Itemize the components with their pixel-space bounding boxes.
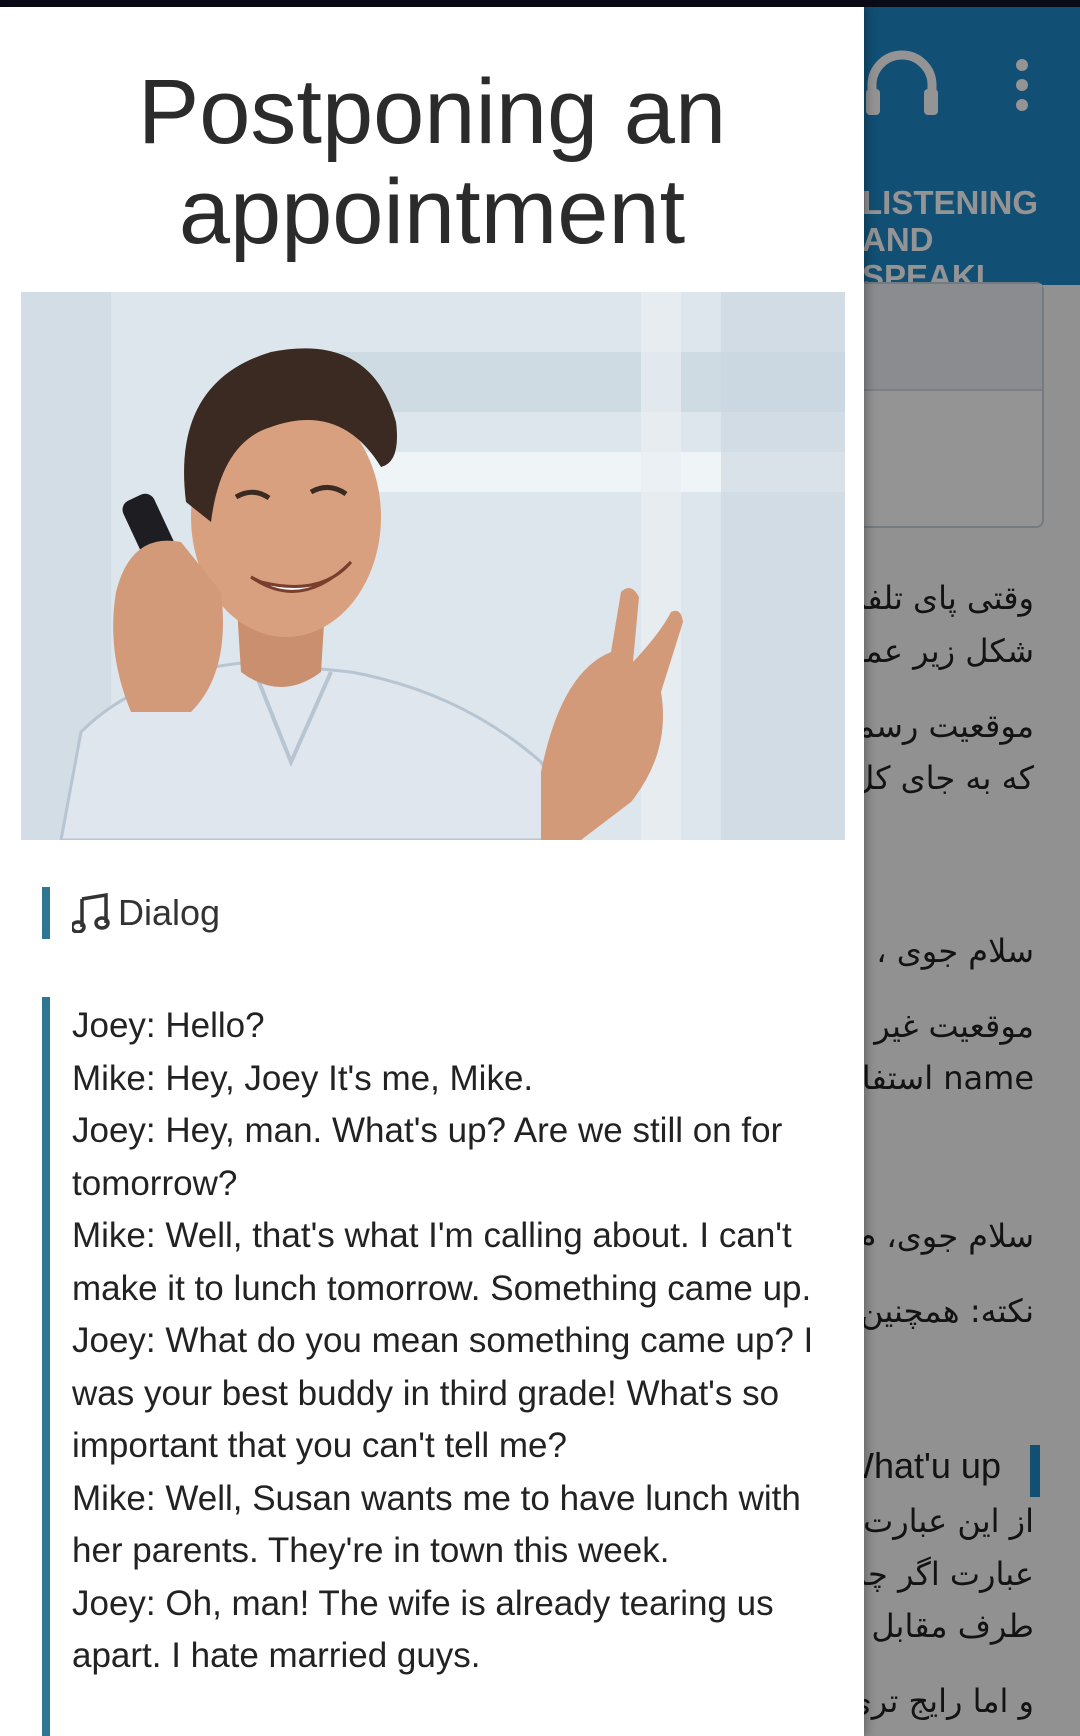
dialog-line: Mike: Well, Susan wants me to have lunch… bbox=[72, 1478, 801, 1571]
lesson-title: Postponing an appointment bbox=[137, 61, 727, 263]
dialog-section-header: Dialog bbox=[42, 887, 220, 939]
dialog-line: Joey: Hey, man. What's up? Are we still … bbox=[72, 1111, 783, 1203]
dialog-line: Joey: What do you mean something came up… bbox=[72, 1321, 814, 1465]
dialog-line: Joey: Hello? bbox=[72, 1006, 265, 1045]
dialog-transcript: Joey: Hello? Mike: Hey, Joey It's me, Mi… bbox=[42, 997, 832, 1736]
lesson-drawer: Postponing an appointment Dialog Joey: H… bbox=[0, 7, 864, 1736]
music-note-icon bbox=[72, 893, 110, 933]
dialog-line: Mike: Hey, Joey It's me, Mike. bbox=[72, 1058, 534, 1098]
lesson-photo bbox=[21, 292, 845, 840]
dialog-line: Mike: Well, that's what I'm calling abou… bbox=[72, 1216, 812, 1308]
section-label: Dialog bbox=[118, 892, 221, 933]
dialog-line: Joey: Oh, man! The wife is already teari… bbox=[72, 1583, 774, 1676]
